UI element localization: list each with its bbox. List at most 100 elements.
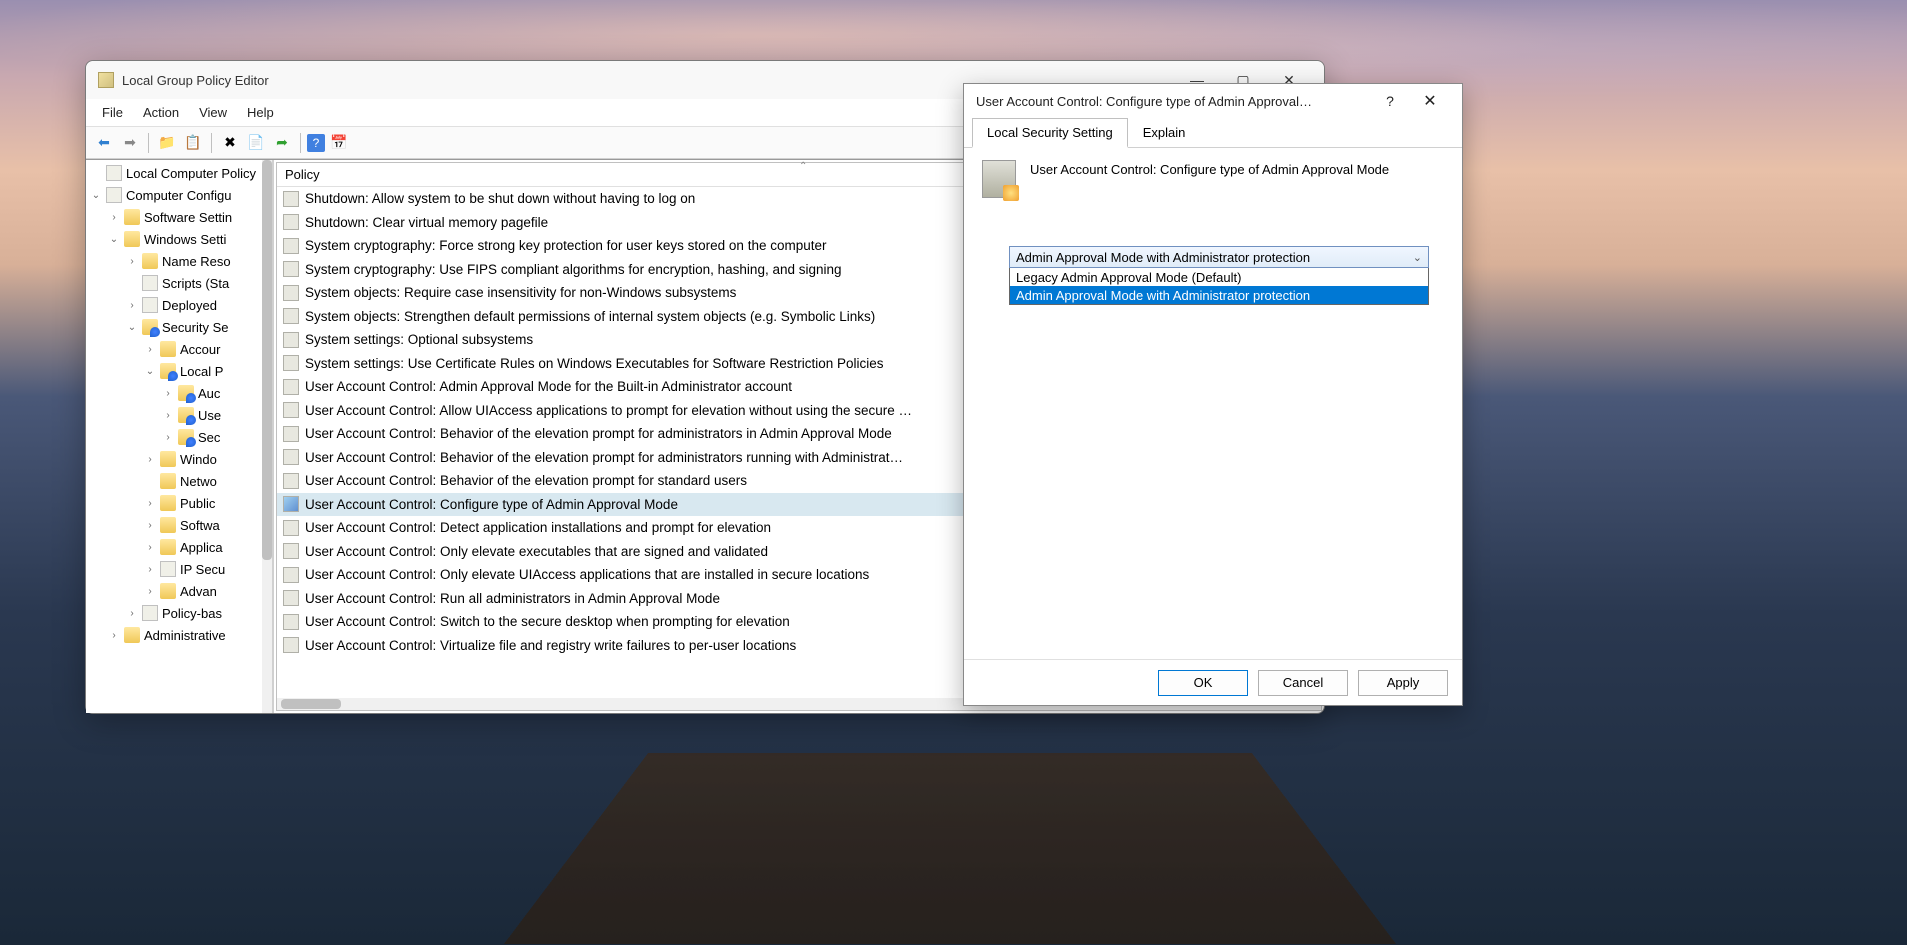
expand-open-icon[interactable]: ⌄ xyxy=(90,190,102,201)
shield-icon xyxy=(142,319,158,335)
expand-closed-icon[interactable]: › xyxy=(144,542,156,553)
policy-item-icon xyxy=(283,332,299,348)
tree-node[interactable]: ›IP Secu xyxy=(86,558,272,580)
tree-node[interactable]: Local Computer Policy xyxy=(86,162,272,184)
policy-label: User Account Control: Allow UIAccess app… xyxy=(305,403,912,418)
policy-item-icon xyxy=(283,285,299,301)
expand-closed-icon[interactable]: › xyxy=(126,300,138,311)
dialog-help-button[interactable]: ? xyxy=(1370,93,1410,109)
tree-node[interactable]: ⌄ Local P xyxy=(86,360,272,382)
tree-node[interactable]: ›Sec xyxy=(86,426,272,448)
policy-item-icon xyxy=(283,520,299,536)
expand-closed-icon[interactable]: › xyxy=(162,388,174,399)
cancel-button[interactable]: Cancel xyxy=(1258,670,1348,696)
dropdown-option[interactable]: Legacy Admin Approval Mode (Default) xyxy=(1010,268,1428,286)
dialog-titlebar[interactable]: User Account Control: Configure type of … xyxy=(964,84,1462,118)
policy-item-icon xyxy=(283,426,299,442)
policy-label: User Account Control: Run all administra… xyxy=(305,591,720,606)
tree-node[interactable]: › Software Settin xyxy=(86,206,272,228)
tree-node[interactable]: ›Applica xyxy=(86,536,272,558)
expand-closed-icon[interactable]: › xyxy=(162,432,174,443)
expand-open-icon[interactable]: ⌄ xyxy=(144,366,156,377)
separator xyxy=(148,133,149,153)
ipsec-icon xyxy=(160,561,176,577)
menu-file[interactable]: File xyxy=(92,101,133,124)
ok-button[interactable]: OK xyxy=(1158,670,1248,696)
policy-item-icon xyxy=(283,449,299,465)
policy-label: User Account Control: Virtualize file an… xyxy=(305,638,796,653)
tree-label: Scripts (Sta xyxy=(162,276,229,291)
tree-node[interactable]: ›Softwa xyxy=(86,514,272,536)
refresh-icon[interactable]: 📄 xyxy=(244,131,268,155)
menu-view[interactable]: View xyxy=(189,101,237,124)
expand-closed-icon[interactable]: › xyxy=(108,212,120,223)
properties-icon[interactable]: 📋 xyxy=(181,131,205,155)
tree-label: Local P xyxy=(180,364,223,379)
tree-node[interactable]: ⌄ Security Se xyxy=(86,316,272,338)
tree-node[interactable]: › Windo xyxy=(86,448,272,470)
folder-icon xyxy=(160,583,176,599)
expand-closed-icon[interactable]: › xyxy=(126,608,138,619)
apply-button[interactable]: Apply xyxy=(1358,670,1448,696)
tab-local-security-setting[interactable]: Local Security Setting xyxy=(972,118,1128,148)
expand-open-icon[interactable]: ⌄ xyxy=(126,322,138,333)
expand-open-icon[interactable]: ⌄ xyxy=(108,234,120,245)
tree-node[interactable]: Netwo xyxy=(86,470,272,492)
admin-approval-mode-dropdown[interactable]: Admin Approval Mode with Administrator p… xyxy=(1009,246,1429,268)
help-icon[interactable]: ? xyxy=(307,134,325,152)
folder-icon xyxy=(160,495,176,511)
tab-explain[interactable]: Explain xyxy=(1128,118,1201,147)
tree-node[interactable]: › Advan xyxy=(86,580,272,602)
tree-scrollbar[interactable] xyxy=(262,160,272,713)
filter-icon[interactable]: 📅 xyxy=(327,131,351,155)
tree-node[interactable]: ›Use xyxy=(86,404,272,426)
policy-item-icon xyxy=(283,379,299,395)
policy-label: User Account Control: Admin Approval Mod… xyxy=(305,379,792,394)
tree-node[interactable]: ›Public xyxy=(86,492,272,514)
tree-label: Accour xyxy=(180,342,220,357)
tree-node[interactable]: ⌄Computer Configu xyxy=(86,184,272,206)
up-folder-icon[interactable]: 📁 xyxy=(155,131,179,155)
printer-icon xyxy=(142,297,158,313)
wallpaper-boardwalk xyxy=(504,753,1396,944)
menu-action[interactable]: Action xyxy=(133,101,189,124)
tree-label: Security Se xyxy=(162,320,228,335)
tree-node[interactable]: ›Deployed xyxy=(86,294,272,316)
export-icon[interactable]: ➦ xyxy=(270,131,294,155)
expand-closed-icon[interactable]: › xyxy=(108,630,120,641)
expand-closed-icon[interactable]: › xyxy=(126,256,138,267)
expand-closed-icon[interactable]: › xyxy=(144,520,156,531)
back-icon[interactable]: ⬅ xyxy=(92,131,116,155)
shield-icon xyxy=(178,429,194,445)
expand-closed-icon[interactable]: › xyxy=(144,586,156,597)
tree-node[interactable]: Scripts (Sta xyxy=(86,272,272,294)
tree-label: Software Settin xyxy=(144,210,232,225)
dropdown-selected-value: Admin Approval Mode with Administrator p… xyxy=(1016,250,1310,265)
tree-label: Advan xyxy=(180,584,217,599)
folder-icon xyxy=(160,517,176,533)
tree-node[interactable]: ⌄Windows Setti xyxy=(86,228,272,250)
policy-label: Shutdown: Allow system to be shut down w… xyxy=(305,191,695,206)
tree-node[interactable]: ›Auc xyxy=(86,382,272,404)
folder-icon xyxy=(142,253,158,269)
dialog-close-button[interactable]: ✕ xyxy=(1410,91,1450,111)
expand-closed-icon[interactable]: › xyxy=(144,498,156,509)
tree-node[interactable]: ›Name Reso xyxy=(86,250,272,272)
dropdown-option[interactable]: Admin Approval Mode with Administrator p… xyxy=(1010,286,1428,304)
expand-closed-icon[interactable]: › xyxy=(144,454,156,465)
menu-help[interactable]: Help xyxy=(237,101,284,124)
dropdown-listbox[interactable]: Legacy Admin Approval Mode (Default)Admi… xyxy=(1009,268,1429,305)
expand-closed-icon[interactable]: › xyxy=(162,410,174,421)
doc-icon xyxy=(106,165,122,181)
tree-node[interactable]: ›Administrative xyxy=(86,624,272,646)
tree-node[interactable]: › Accour xyxy=(86,338,272,360)
tree-panel[interactable]: Local Computer Policy⌄Computer Configu›S… xyxy=(86,160,274,713)
policy-item-icon xyxy=(283,637,299,653)
expand-closed-icon[interactable]: › xyxy=(144,564,156,575)
forward-icon[interactable]: ➡ xyxy=(118,131,142,155)
dialog-title: User Account Control: Configure type of … xyxy=(976,94,1370,109)
tree-label: Windo xyxy=(180,452,217,467)
tree-node[interactable]: ›Policy-bas xyxy=(86,602,272,624)
delete-icon[interactable]: ✖ xyxy=(218,131,242,155)
expand-closed-icon[interactable]: › xyxy=(144,344,156,355)
